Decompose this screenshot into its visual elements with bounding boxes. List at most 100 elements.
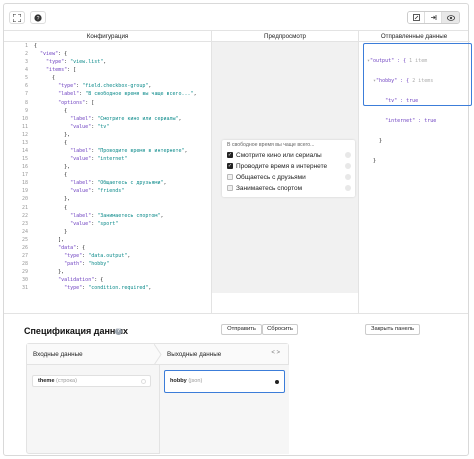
line-number: 8 (24, 99, 28, 106)
checkbox-unchecked-icon (227, 174, 233, 180)
config-header: Конфигурация (4, 31, 211, 42)
output-field-hobby[interactable]: hobby (json) (164, 370, 285, 393)
split-mode-button[interactable] (425, 12, 442, 23)
code-line: "hint": "выберите один или несколько вар… (34, 292, 209, 293)
preview-header: Предпросмотр (212, 31, 358, 42)
checkbox-option[interactable]: Общаетесь с друзьями (227, 172, 306, 182)
line-number: 26 (21, 244, 28, 251)
code-line: "type": "condition.required", (64, 285, 152, 292)
code-line: "path": "hobby" (64, 261, 110, 268)
checkbox-unchecked-icon (227, 185, 233, 191)
output-json-viewer[interactable]: ▾"output" : { 1 item ▾"hobby" : { 2 item… (363, 43, 472, 164)
code-content[interactable]: { "view": { "type": "view.list", "items"… (34, 42, 209, 293)
preview-mode-button[interactable] (442, 12, 459, 23)
code-line: "value": "tv" (70, 123, 110, 130)
toolbar: ? (4, 4, 468, 31)
line-number: 29 (21, 269, 28, 276)
close-panel-button[interactable]: Закрыть панель (365, 324, 420, 335)
line-number: 25 (21, 236, 28, 243)
code-line: "label": "Общаетесь с друзьями", (70, 180, 167, 187)
checkbox-option[interactable]: ✓ Проводите время в интернете (227, 161, 327, 171)
chevron-right-icon (154, 344, 162, 365)
split-icon (430, 15, 436, 20)
code-line: "value": "sport" (70, 220, 119, 227)
line-number: 24 (21, 228, 28, 235)
code-line: "options": [ (58, 99, 95, 106)
code-line: "type": "field.checkbox-group", (58, 83, 152, 90)
code-line: "items": [ (46, 67, 77, 74)
line-number: 14 (21, 148, 28, 155)
fullscreen-button[interactable] (9, 11, 25, 24)
data-spec-panel: Входные данные Выходные данные < > theme… (26, 343, 289, 454)
sent-data-header: Отправленные данные (358, 31, 470, 42)
code-line: ], (34, 236, 65, 243)
help-icon: ? (34, 13, 42, 22)
code-line: "type": "data.output", (64, 253, 131, 260)
checkbox-group-card: В свободное время вы чаще всего... ✓ Смот… (222, 140, 355, 197)
field-selected-dot-icon (275, 380, 279, 384)
code-line: "value": "internet" (70, 156, 128, 163)
line-number: 10 (21, 115, 28, 122)
code-line: { (34, 172, 68, 179)
question-label: В свободное время вы чаще всего... (227, 142, 315, 148)
code-line: "data": { (58, 244, 86, 251)
option-hint-dot (345, 185, 351, 191)
line-number: 12 (21, 131, 28, 138)
code-line: { (34, 204, 68, 211)
line-number: 19 (21, 188, 28, 195)
line-number: 17 (21, 172, 28, 179)
line-number: 22 (21, 212, 28, 219)
edit-mode-button[interactable] (408, 12, 425, 23)
option-hint-dot (345, 163, 351, 169)
question-circle-icon[interactable]: ? (115, 328, 122, 335)
eye-icon (446, 14, 455, 21)
code-line: }, (34, 164, 71, 171)
submit-button[interactable]: Отправить (221, 324, 262, 335)
svg-text:?: ? (37, 16, 40, 22)
edit-icon (412, 14, 420, 21)
code-line: { (34, 107, 68, 114)
code-line: }, (34, 131, 71, 138)
code-line: }, (34, 269, 65, 276)
line-number: 27 (21, 253, 28, 260)
code-line: "validation": { (58, 277, 104, 284)
checkbox-checked-icon: ✓ (227, 163, 233, 169)
line-number: 7 (24, 91, 28, 98)
help-button[interactable]: ? (30, 11, 46, 24)
code-line: "label": "Проводите время в интернете", (70, 148, 188, 155)
line-number: 1 (24, 43, 28, 49)
code-line: "label": "Смотрите кино или сериалы", (70, 115, 182, 122)
code-line: "label": "В свободное время вы чаще всег… (58, 91, 197, 98)
code-line: "label": "Занимаетесь спортом", (70, 212, 164, 219)
divider (358, 31, 359, 314)
code-editor[interactable]: 1 2 3 4 5 6 7 8 9 10 11 12 13 14 15 16 17 18 19 20 21 22 23 24 2… (4, 42, 211, 293)
line-number: 21 (21, 204, 28, 211)
code-line: { (34, 75, 56, 82)
line-number: 6 (24, 83, 28, 90)
line-number: 3 (24, 59, 28, 66)
code-line: "type": "view.list", (46, 59, 107, 66)
line-number: 2 (24, 51, 28, 58)
line-number: 18 (21, 180, 28, 187)
line-number: 5 (24, 75, 28, 82)
field-status-icon (141, 379, 146, 384)
fullscreen-icon (13, 13, 21, 22)
input-field-theme[interactable]: theme (строка) (32, 375, 151, 387)
code-line: } (34, 228, 68, 235)
checkbox-option[interactable]: Занимаетесь спортом (227, 183, 302, 193)
checkbox-checked-icon: ✓ (227, 152, 233, 158)
checkbox-option[interactable]: ✓ Смотрите кино или сериалы (227, 150, 322, 160)
line-number: 11 (21, 123, 28, 130)
line-number: 4 (24, 67, 28, 74)
line-number: 30 (21, 277, 28, 284)
code-brackets-icon[interactable]: < > (271, 350, 280, 356)
app-frame: ? Конфигурация Предпросмотр Отправленные… (3, 3, 472, 456)
line-numbers: 1 2 3 4 5 6 7 8 9 10 11 12 13 14 15 16 17 18 19 20 21 22 23 24 2… (4, 42, 28, 293)
line-number: 31 (21, 285, 28, 292)
option-hint-dot (345, 174, 351, 180)
line-number: 16 (21, 164, 28, 171)
reset-button[interactable]: Сбросить (262, 324, 298, 335)
code-line: "value": "friends" (70, 188, 125, 195)
line-number: 28 (21, 261, 28, 268)
line-number: 20 (21, 196, 28, 203)
